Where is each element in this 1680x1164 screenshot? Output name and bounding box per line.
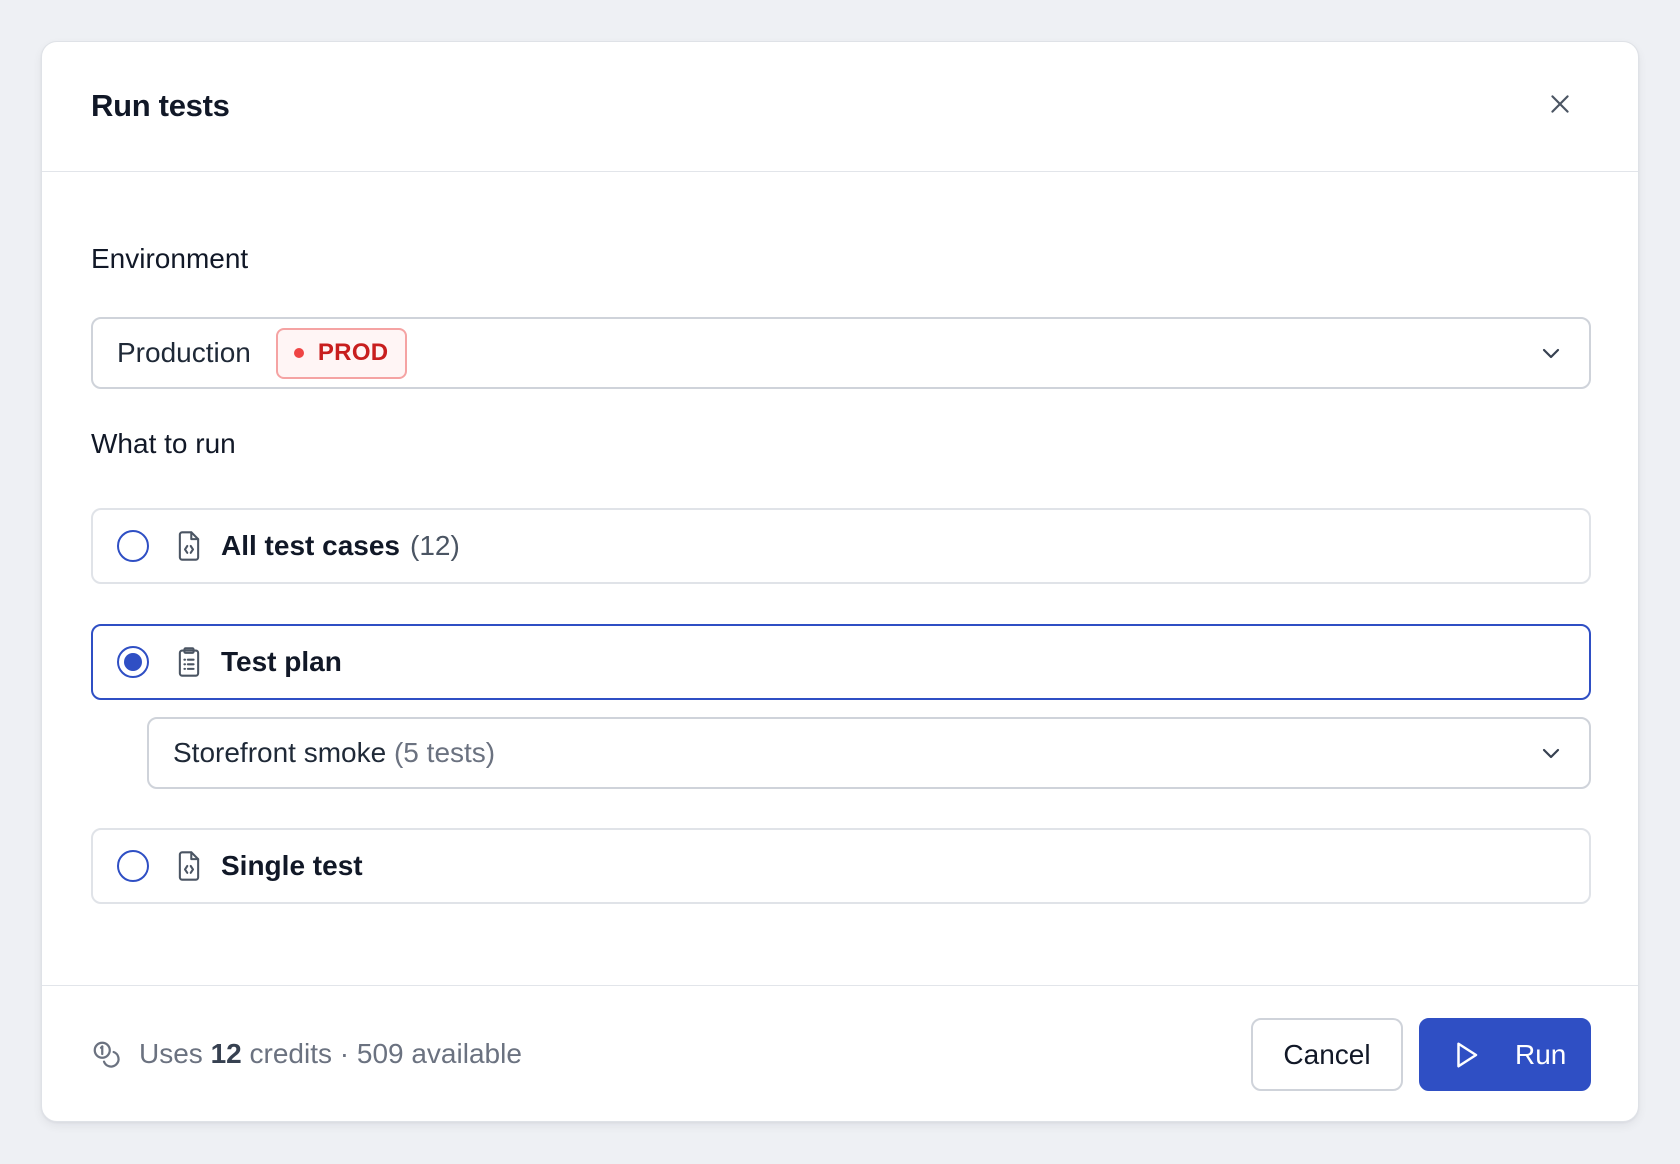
credits-count: 12: [210, 1038, 242, 1069]
environment-select[interactable]: Production PROD: [91, 317, 1591, 389]
file-code-icon: [178, 851, 200, 881]
option-all-test-cases[interactable]: All test cases (12): [91, 508, 1591, 584]
close-icon: [1551, 95, 1569, 113]
run-button-label: Run: [1515, 1038, 1567, 1070]
option-single-test[interactable]: Single test: [91, 828, 1591, 904]
file-code-icon: [178, 531, 200, 561]
test-plan-count: (5 tests): [393, 737, 496, 768]
dialog-title: Run tests: [91, 88, 230, 123]
chevron-down-icon: [1542, 748, 1560, 759]
option-label: Single test: [221, 850, 363, 881]
prod-badge: PROD: [275, 327, 408, 379]
environment-value: Production: [117, 337, 251, 368]
coins-icon: [93, 1041, 120, 1068]
test-plan-value: Storefront smoke (5 tests): [173, 737, 496, 768]
credits-info: Uses 12 credits · 509 available: [91, 1038, 522, 1070]
chevron-down-icon: [1542, 348, 1560, 359]
clipboard-list-icon: [178, 647, 200, 677]
credits-suffix: credits · 509 available: [249, 1038, 522, 1069]
option-label: All test cases (12): [221, 530, 460, 561]
option-label: Test plan: [221, 646, 342, 677]
dialog-header: Run tests: [42, 42, 1638, 172]
dialog-footer: Uses 12 credits · 509 available Cancel R…: [42, 985, 1638, 1121]
credits-prefix: Uses: [139, 1038, 203, 1069]
radio-single-test[interactable]: [117, 850, 149, 882]
option-test-plan[interactable]: Test plan: [91, 624, 1591, 700]
radio-test-plan[interactable]: [117, 646, 149, 678]
run-button[interactable]: Run: [1419, 1018, 1591, 1091]
what-to-run-label: What to run: [91, 428, 236, 459]
play-icon: [1457, 1042, 1478, 1067]
run-tests-dialog: Run tests Environment Production PROD Wh…: [41, 41, 1639, 1122]
status-dot: [293, 348, 304, 358]
test-plan-select[interactable]: Storefront smoke (5 tests): [147, 717, 1591, 789]
prod-badge-label: PROD: [317, 339, 389, 366]
cancel-button[interactable]: Cancel: [1251, 1018, 1403, 1091]
option-count: (12): [410, 530, 460, 561]
radio-all-test-cases[interactable]: [117, 530, 149, 562]
close-button[interactable]: [1544, 88, 1576, 120]
environment-label: Environment: [91, 243, 249, 274]
